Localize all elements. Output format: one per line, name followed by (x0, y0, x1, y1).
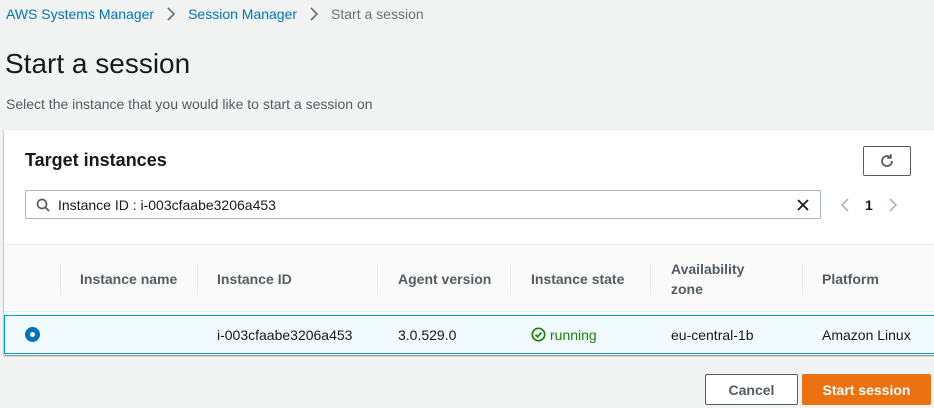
column-header-agent-version[interactable]: Agent version (398, 245, 491, 313)
search-icon (36, 198, 50, 212)
cell-instance-id: i-003cfaabe3206a453 (217, 326, 353, 343)
cell-agent-version: 3.0.529.0 (398, 326, 457, 343)
radio-selected-dot (30, 332, 35, 337)
start-session-button[interactable]: Start session (802, 374, 931, 405)
chevron-left-icon[interactable] (840, 197, 850, 212)
table-row[interactable]: i-003cfaabe3206a453 3.0.529.0 running eu… (4, 315, 934, 354)
column-header-instance-id[interactable]: Instance ID (217, 245, 292, 313)
pagination: 1 (840, 190, 898, 219)
cell-platform: Amazon Linux (822, 326, 911, 343)
column-divider (197, 263, 198, 295)
column-header-availability-zone[interactable]: Availability zone (671, 245, 771, 313)
table-header: Instance name Instance ID Agent version … (4, 244, 934, 312)
column-divider (650, 263, 651, 295)
check-circle-icon (531, 327, 550, 342)
column-divider (377, 263, 378, 295)
column-divider (60, 263, 61, 295)
search-input[interactable]: Instance ID : i-003cfaabe3206a453 (25, 190, 821, 219)
breadcrumb-link-session-manager[interactable]: Session Manager (188, 6, 297, 22)
column-header-instance-state[interactable]: Instance state (531, 245, 624, 313)
row-radio-button[interactable] (25, 327, 40, 342)
column-divider (802, 263, 803, 295)
page-title: Start a session (5, 48, 191, 79)
target-instances-panel: Target instances Instance ID : i-003cfaa… (4, 129, 934, 355)
breadcrumb-link-systems-manager[interactable]: AWS Systems Manager (6, 6, 154, 22)
refresh-button[interactable] (863, 146, 911, 176)
status-badge: running (531, 327, 597, 343)
close-icon[interactable] (796, 198, 810, 212)
chevron-right-icon (309, 7, 319, 21)
breadcrumb: AWS Systems Manager Session Manager Star… (6, 6, 424, 22)
instance-state-label: running (550, 326, 597, 343)
refresh-icon (879, 153, 895, 169)
cell-availability-zone: eu-central-1b (671, 326, 754, 343)
page-number[interactable]: 1 (865, 197, 873, 213)
page-description: Select the instance that you would like … (6, 96, 373, 112)
chevron-right-icon (166, 7, 176, 21)
column-header-platform[interactable]: Platform (822, 245, 879, 313)
column-header-instance-name[interactable]: Instance name (80, 245, 177, 313)
breadcrumb-current: Start a session (331, 6, 424, 22)
search-filter-text: Instance ID : i-003cfaabe3206a453 (58, 196, 276, 213)
chevron-right-icon[interactable] (888, 197, 898, 212)
cancel-button[interactable]: Cancel (705, 374, 798, 405)
cell-instance-state: running (531, 316, 597, 353)
panel-title: Target instances (25, 150, 167, 170)
column-divider (510, 263, 511, 295)
